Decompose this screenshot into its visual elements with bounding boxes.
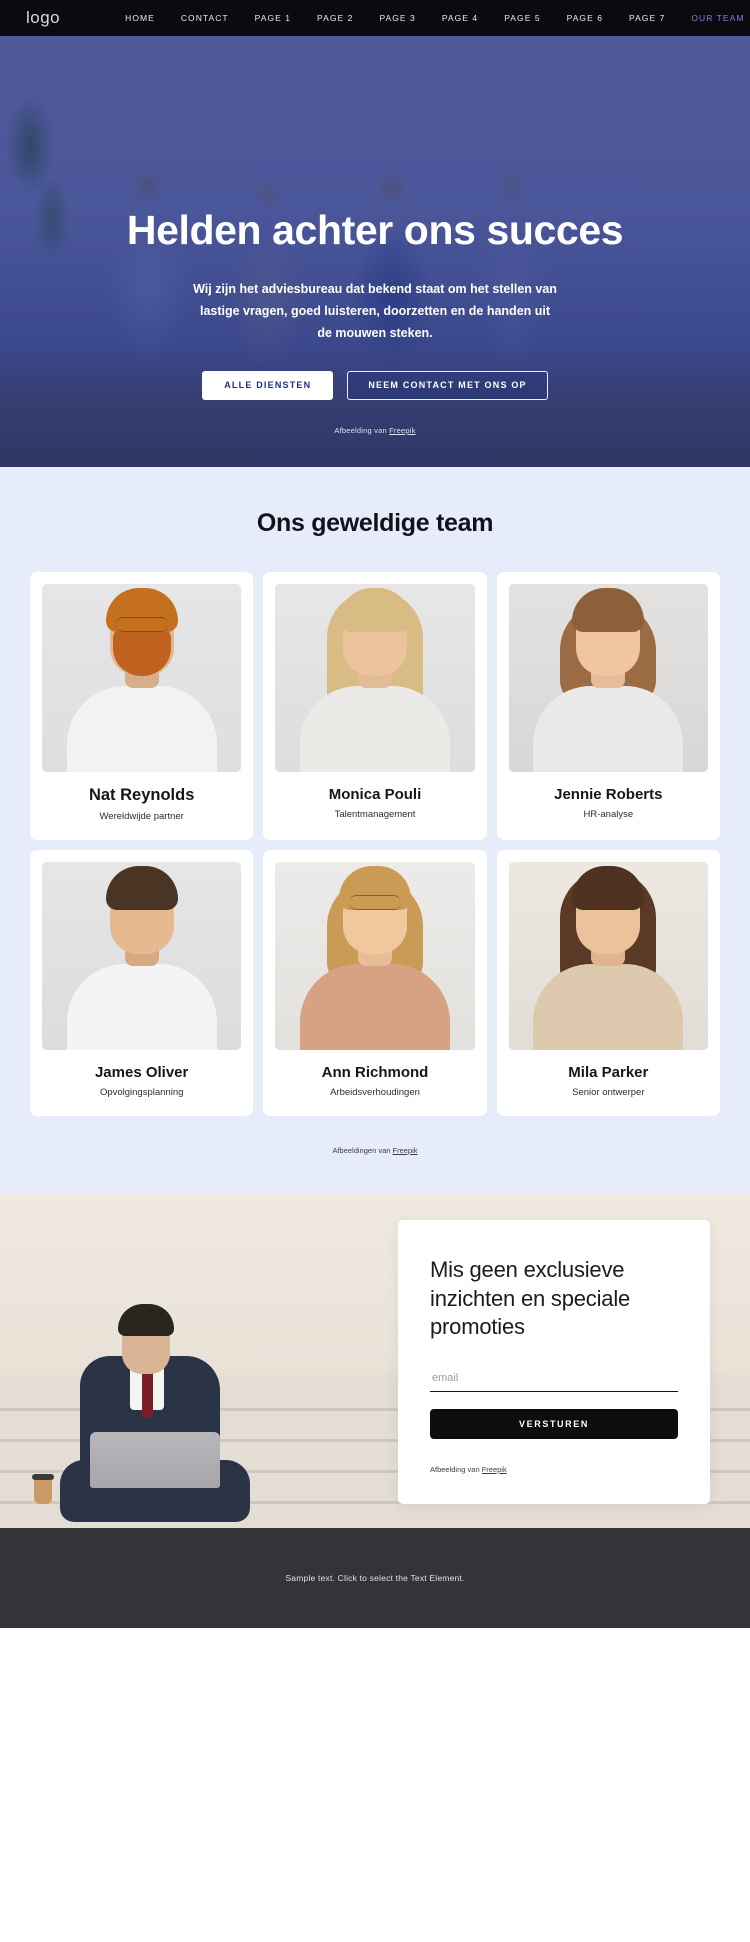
hero-credit-prefix: Afbeelding van (334, 425, 390, 435)
team-card-ann-richmond[interactable]: Ann Richmond Arbeidsverhoudingen (263, 850, 487, 1116)
team-images-credit: Afbeeldingen van Freepik (0, 1146, 750, 1155)
team-member-role: Wereldwijde partner (99, 811, 184, 822)
nav-item-page-4[interactable]: PAGE 4 (429, 13, 491, 23)
all-services-button[interactable]: ALLE DIENSTEN (202, 370, 334, 400)
hero-credit-link[interactable]: Freepik (389, 426, 415, 435)
footer-sample-text[interactable]: Sample text. Click to select the Text El… (285, 1573, 464, 1583)
newsletter-card: Mis geen exclusieve inzichten en special… (398, 1220, 710, 1504)
team-member-name: Jennie Roberts (554, 786, 663, 803)
nav-item-page-2[interactable]: PAGE 2 (304, 13, 366, 23)
team-card-monica-pouli[interactable]: Monica Pouli Talentmanagement (263, 572, 487, 840)
nav-links: HOME CONTACT PAGE 1 PAGE 2 PAGE 3 PAGE 4… (112, 13, 750, 23)
nav-item-page-5[interactable]: PAGE 5 (491, 13, 553, 23)
team-grid: Nat Reynolds Wereldwijde partner Monica … (30, 572, 720, 1116)
team-member-photo (42, 584, 242, 772)
team-member-name: James Oliver (94, 1064, 189, 1081)
team-member-photo (275, 584, 475, 772)
hero-button-group: ALLE DIENSTEN NEEM CONTACT MET ONS OP (0, 370, 750, 400)
site-footer: Sample text. Click to select the Text El… (0, 1528, 750, 1628)
newsletter-image-credit: Afbeelding van Freepik (430, 1465, 678, 1474)
nav-item-contact[interactable]: CONTACT (168, 13, 242, 23)
team-member-role: Senior ontwerper (572, 1087, 645, 1098)
newsletter-title: Mis geen exclusieve inzichten en special… (430, 1257, 631, 1340)
hero-content: Helden achter ons succes Wij zijn het ad… (0, 36, 750, 435)
team-card-nat-reynolds[interactable]: Nat Reynolds Wereldwijde partner (30, 572, 254, 840)
nav-item-page-7[interactable]: PAGE 7 (616, 13, 678, 23)
newsletter-section: Mis geen exclusieve inzichten en special… (0, 1193, 750, 1528)
hero-image-credit: Afbeelding van Freepik (0, 426, 750, 435)
team-member-role: Arbeidsverhoudingen (330, 1087, 420, 1098)
hero-subtitle: Wij zijn het adviesbureau dat bekend sta… (193, 282, 557, 340)
submit-button[interactable]: VERSTUREN (430, 1408, 678, 1439)
team-member-name: Mila Parker (568, 1064, 649, 1081)
site-logo[interactable]: logo (26, 8, 60, 28)
team-member-photo (42, 862, 242, 1050)
team-credit-link[interactable]: Freepik (393, 1146, 418, 1155)
nav-item-page-1[interactable]: PAGE 1 (242, 13, 304, 23)
email-input[interactable] (430, 1367, 678, 1392)
nav-item-page-6[interactable]: PAGE 6 (554, 13, 616, 23)
team-member-name: Nat Reynolds (88, 786, 195, 804)
team-member-photo (275, 862, 475, 1050)
nav-item-page-3[interactable]: PAGE 3 (366, 13, 428, 23)
hero-title: Helden achter ons succes (126, 207, 624, 253)
newsletter-credit-prefix: Afbeelding van (430, 1464, 482, 1474)
team-card-mila-parker[interactable]: Mila Parker Senior ontwerper (496, 850, 720, 1116)
contact-us-button[interactable]: NEEM CONTACT MET ONS OP (347, 370, 548, 400)
team-section: Ons geweldige team Nat Reynolds Wereldwi… (0, 467, 750, 1193)
team-card-james-oliver[interactable]: James Oliver Opvolgingsplanning (30, 850, 254, 1116)
team-member-name: Monica Pouli (328, 786, 422, 803)
team-member-role: HR-analyse (583, 809, 634, 820)
team-member-photo (508, 584, 708, 772)
hero-section: Helden achter ons succes Wij zijn het ad… (0, 36, 750, 467)
top-navigation-bar: logo HOME CONTACT PAGE 1 PAGE 2 PAGE 3 P… (0, 0, 750, 36)
newsletter-credit-link[interactable]: Freepik (482, 1465, 507, 1474)
businessman-illustration (32, 1222, 268, 1522)
team-member-name: Ann Richmond (321, 1064, 429, 1081)
nav-item-our-team[interactable]: OUR TEAM (678, 13, 750, 23)
team-member-role: Talentmanagement (334, 809, 416, 820)
team-section-title: Ons geweldige team (256, 509, 494, 537)
team-member-role: Opvolgingsplanning (99, 1087, 184, 1098)
nav-item-home[interactable]: HOME (112, 13, 168, 23)
team-credit-prefix: Afbeeldingen van (332, 1146, 393, 1155)
team-member-photo (508, 862, 708, 1050)
team-card-jennie-roberts[interactable]: Jennie Roberts HR-analyse (496, 572, 720, 840)
